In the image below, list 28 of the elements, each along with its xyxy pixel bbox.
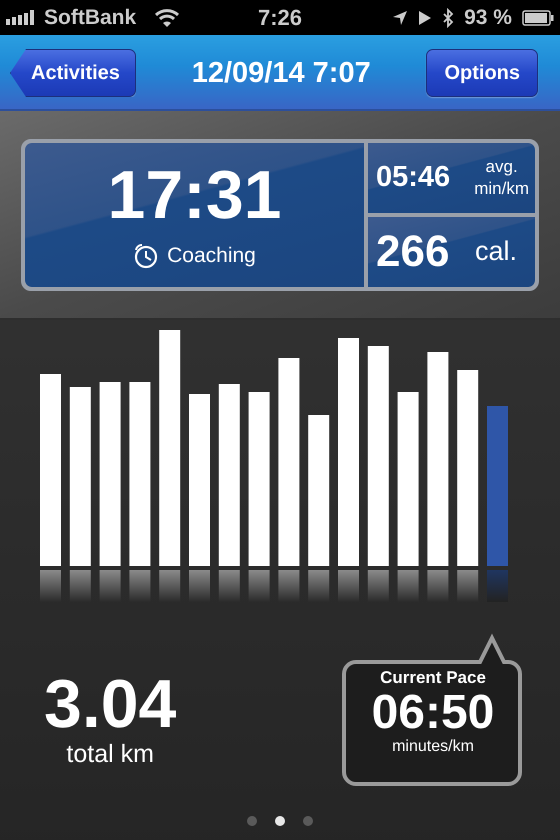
back-button[interactable]: Activities bbox=[10, 49, 136, 97]
calories-unit: cal. bbox=[474, 236, 517, 267]
alarm-clock-icon bbox=[133, 242, 160, 268]
wifi-icon bbox=[154, 8, 180, 28]
distance-label: total km bbox=[66, 740, 154, 769]
pace-unit: min/km bbox=[474, 178, 529, 200]
average-pace: 05:46 bbox=[376, 161, 450, 194]
page-dot[interactable] bbox=[303, 816, 313, 826]
location-arrow-icon bbox=[392, 10, 408, 26]
play-icon bbox=[418, 10, 432, 26]
avg-label: avg. bbox=[486, 156, 518, 178]
carrier-name: SoftBank bbox=[44, 6, 136, 30]
page-dot[interactable] bbox=[275, 816, 285, 826]
distance-value: 3.04 bbox=[44, 670, 176, 738]
battery-percent: 93 % bbox=[464, 6, 512, 30]
calories-value: 266 bbox=[376, 226, 450, 276]
status-time: 7:26 bbox=[258, 4, 302, 30]
coaching-label: Coaching bbox=[167, 244, 256, 268]
nav-title: 12/09/14 7:07 bbox=[192, 56, 371, 90]
battery-icon bbox=[522, 10, 554, 26]
page-dot[interactable] bbox=[247, 816, 257, 826]
current-pace-value: 06:50 bbox=[372, 688, 494, 738]
options-button[interactable]: Options bbox=[426, 49, 538, 97]
current-pace-unit: minutes/km bbox=[392, 738, 474, 756]
bluetooth-icon bbox=[442, 8, 454, 28]
signal-icon bbox=[6, 10, 36, 26]
current-pace-title: Current Pace bbox=[380, 668, 486, 688]
duration-value: 17:31 bbox=[108, 160, 282, 228]
